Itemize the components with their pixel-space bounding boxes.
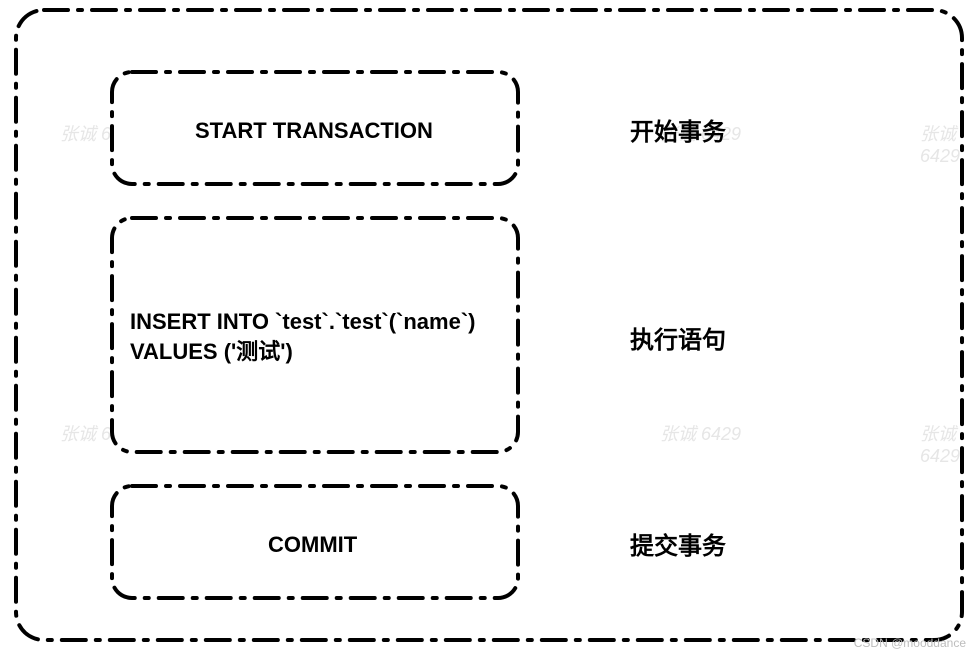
step-code-2: INSERT INTO `test`.`test`(`name`) VALUES… [130,307,476,366]
step-label-3: 提交事务 [630,526,726,561]
step-code-1: START TRANSACTION [195,116,433,146]
step-code-3: COMMIT [268,530,357,560]
attribution: CSDN @mooddance [854,636,966,650]
step-label-1: 开始事务 [630,112,726,147]
step-label-2: 执行语句 [630,320,726,355]
